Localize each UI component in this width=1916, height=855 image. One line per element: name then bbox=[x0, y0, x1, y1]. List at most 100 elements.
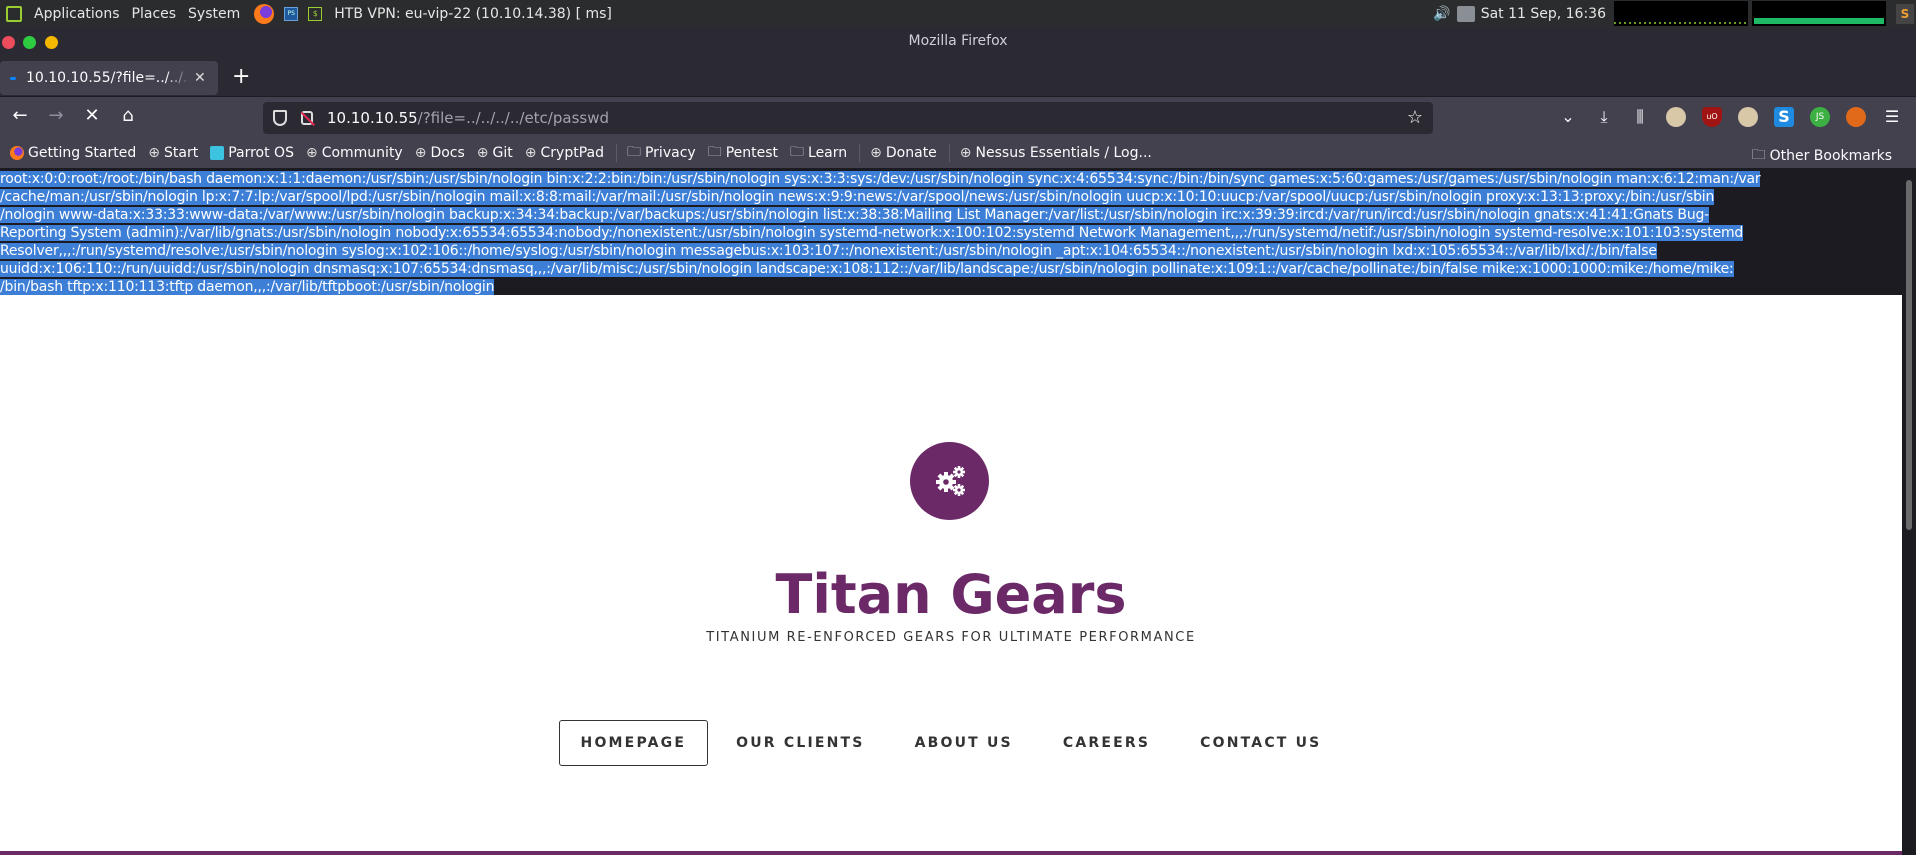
tracking-protection-shield-icon[interactable] bbox=[273, 110, 287, 126]
parrot-icon bbox=[210, 146, 225, 160]
nav-homepage[interactable]: HOMEPAGE bbox=[558, 720, 709, 766]
passwd-line: uuidd:x:106:110::/run/uuidd:/usr/sbin/no… bbox=[0, 261, 1734, 277]
bookmark-folder-privacy[interactable]: 🗀 Privacy bbox=[627, 141, 696, 165]
maximize-window-button[interactable] bbox=[23, 36, 36, 49]
gears-icon bbox=[935, 466, 965, 496]
bookmark-separator bbox=[859, 144, 861, 162]
window-titlebar: Mozilla Firefox bbox=[0, 27, 1916, 56]
bookmark-donate[interactable]: ⊕ Donate bbox=[870, 145, 937, 161]
clock[interactable]: Sat 11 Sep, 16:36 bbox=[1481, 6, 1606, 22]
bookmark-label: Git bbox=[492, 145, 513, 161]
navigation-toolbar: ← → ✕ ⌂ 10.10.10.55/?file=../../../../et… bbox=[0, 96, 1916, 138]
bookmark-label: Donate bbox=[885, 145, 937, 161]
passwd-line: /cache/man:/usr/sbin/nologin lp:x:7:7:lp… bbox=[0, 189, 1715, 205]
bookmark-docs[interactable]: ⊕ Docs bbox=[415, 145, 465, 161]
bookmark-cryptpad[interactable]: ⊕ CryptPad bbox=[525, 145, 604, 161]
new-tab-button[interactable]: + bbox=[232, 64, 250, 89]
bookmark-label: Community bbox=[321, 145, 403, 161]
foxyproxy-extension-icon-2[interactable] bbox=[1738, 107, 1758, 127]
ublock-origin-icon[interactable]: uO bbox=[1702, 107, 1722, 127]
volume-icon[interactable]: 🔊 bbox=[1433, 6, 1450, 22]
tab-active[interactable]: 10.10.10.55/?file=../../../../etc/passwd… bbox=[0, 61, 218, 95]
bookmark-start[interactable]: ⊕ Start bbox=[148, 145, 198, 161]
forward-button[interactable]: → bbox=[44, 105, 68, 126]
bookmark-label: CryptPad bbox=[540, 145, 604, 161]
sublime-tray-icon[interactable]: S bbox=[1896, 3, 1914, 24]
firefox-icon bbox=[10, 146, 24, 160]
bookmark-community[interactable]: ⊕ Community bbox=[306, 145, 403, 161]
nav-our-clients[interactable]: OUR CLIENTS bbox=[714, 720, 886, 766]
page-content: root:x:0:0:root:/root:/bin/bash daemon:x… bbox=[0, 168, 1902, 855]
bookmark-separator bbox=[948, 144, 950, 162]
library-icon[interactable]: ⫼ bbox=[1630, 107, 1650, 127]
stop-loading-button[interactable]: ✕ bbox=[80, 105, 104, 126]
passwd-line: Resolver,,,:/run/systemd/resolve:/usr/sb… bbox=[0, 243, 1657, 259]
applications-menu-icon[interactable] bbox=[6, 5, 22, 22]
footer-accent-bar bbox=[0, 851, 1902, 855]
globe-icon: ⊕ bbox=[305, 145, 318, 161]
bookmarks-toolbar: Getting Started ⊕ Start Parrot OS ⊕ Commun… bbox=[0, 138, 1916, 168]
close-window-button[interactable] bbox=[2, 36, 15, 49]
tab-close-icon[interactable]: ✕ bbox=[194, 70, 206, 86]
bookmark-label: Pentest bbox=[725, 145, 779, 161]
cpu-graph bbox=[1614, 1, 1748, 26]
passwd-file-output[interactable]: root:x:0:0:root:/root:/bin/bash daemon:x… bbox=[0, 168, 1902, 295]
pocket-icon[interactable]: ⌄ bbox=[1558, 107, 1578, 127]
hamburger-menu-icon[interactable]: ☰ bbox=[1882, 107, 1902, 127]
other-bookmarks[interactable]: 🗀 Other Bookmarks bbox=[1752, 144, 1892, 168]
nav-careers[interactable]: CAREERS bbox=[1041, 720, 1172, 766]
folder-icon: 🗀 bbox=[790, 144, 805, 160]
globe-icon: ⊕ bbox=[414, 145, 427, 161]
home-button[interactable]: ⌂ bbox=[116, 105, 140, 126]
site-title: Titan Gears bbox=[775, 563, 1127, 626]
folder-icon: 🗀 bbox=[626, 144, 641, 160]
window-title: Mozilla Firefox bbox=[908, 33, 1008, 49]
foxyproxy-extension-icon[interactable] bbox=[1666, 107, 1686, 127]
firefox-launcher-icon[interactable] bbox=[254, 3, 275, 24]
tab-label: 10.10.10.55/?file=../../../../etc/passwd bbox=[26, 70, 190, 86]
bookmark-label: Docs bbox=[430, 145, 465, 161]
network-icon[interactable] bbox=[1456, 5, 1475, 22]
passwd-line: /bin/bash tftp:x:110:113:tftp daemon,,,:… bbox=[0, 279, 495, 295]
terminal-launcher-icon[interactable]: $ bbox=[308, 6, 323, 21]
menu-places[interactable]: Places bbox=[132, 6, 177, 22]
url-host: 10.10.10.55 bbox=[327, 109, 418, 127]
back-button[interactable]: ← bbox=[8, 105, 32, 126]
passwd-line: root:x:0:0:root:/root:/bin/bash daemon:x… bbox=[0, 171, 1761, 187]
nav-about-us[interactable]: ABOUT US bbox=[893, 720, 1035, 766]
bookmark-getting-started[interactable]: Getting Started bbox=[10, 145, 136, 161]
bookmark-parrot-os[interactable]: Parrot OS bbox=[210, 145, 294, 161]
passwd-line: Reporting System (admin):/var/lib/gnats:… bbox=[0, 225, 1744, 241]
bookmark-folder-pentest[interactable]: 🗀 Pentest bbox=[708, 141, 778, 165]
bookmark-nessus[interactable]: ⊕ Nessus Essentials / Log... bbox=[960, 145, 1152, 161]
bookmark-label: Nessus Essentials / Log... bbox=[975, 145, 1152, 161]
scrollbar-thumb[interactable] bbox=[1906, 180, 1912, 530]
loading-indicator-icon bbox=[10, 76, 16, 80]
powershell-launcher-icon[interactable]: PS bbox=[284, 6, 299, 21]
page-scrollbar[interactable] bbox=[1902, 168, 1916, 855]
bookmark-git[interactable]: ⊕ Git bbox=[477, 145, 513, 161]
system-top-bar: Applications Places System PS $ HTB VPN:… bbox=[0, 0, 1916, 27]
cookie-editor-icon[interactable] bbox=[1846, 107, 1866, 127]
menu-system[interactable]: System bbox=[188, 6, 240, 22]
bookmark-label: Start bbox=[163, 145, 199, 161]
site-tagline: TITANIUM RE-ENFORCED GEARS FOR ULTIMATE … bbox=[706, 630, 1196, 645]
s-extension-icon[interactable]: S bbox=[1774, 107, 1794, 127]
other-bookmarks-label: Other Bookmarks bbox=[1769, 148, 1892, 164]
memory-graph bbox=[1752, 1, 1886, 26]
bookmark-label: Parrot OS bbox=[228, 145, 294, 161]
bookmark-star-icon[interactable]: ☆ bbox=[1407, 107, 1423, 128]
javascript-toggle-icon[interactable]: JS bbox=[1810, 107, 1830, 127]
folder-icon: 🗀 bbox=[707, 144, 722, 160]
nav-contact-us[interactable]: CONTACT US bbox=[1178, 720, 1343, 766]
insecure-lock-icon[interactable] bbox=[301, 111, 313, 125]
url-bar[interactable]: 10.10.10.55/?file=../../../../etc/passwd… bbox=[263, 102, 1433, 134]
downloads-icon[interactable]: ⤓ bbox=[1594, 107, 1614, 127]
bookmark-folder-learn[interactable]: 🗀 Learn bbox=[790, 141, 847, 165]
minimize-window-button[interactable] bbox=[45, 36, 58, 49]
site-navigation: HOMEPAGE OUR CLIENTS ABOUT US CAREERS CO… bbox=[0, 720, 1902, 766]
menu-applications[interactable]: Applications bbox=[34, 6, 120, 22]
bookmark-label: Learn bbox=[808, 145, 848, 161]
url-path: /?file=../../../../etc/passwd bbox=[417, 109, 609, 127]
folder-icon: 🗀 bbox=[1751, 147, 1766, 163]
